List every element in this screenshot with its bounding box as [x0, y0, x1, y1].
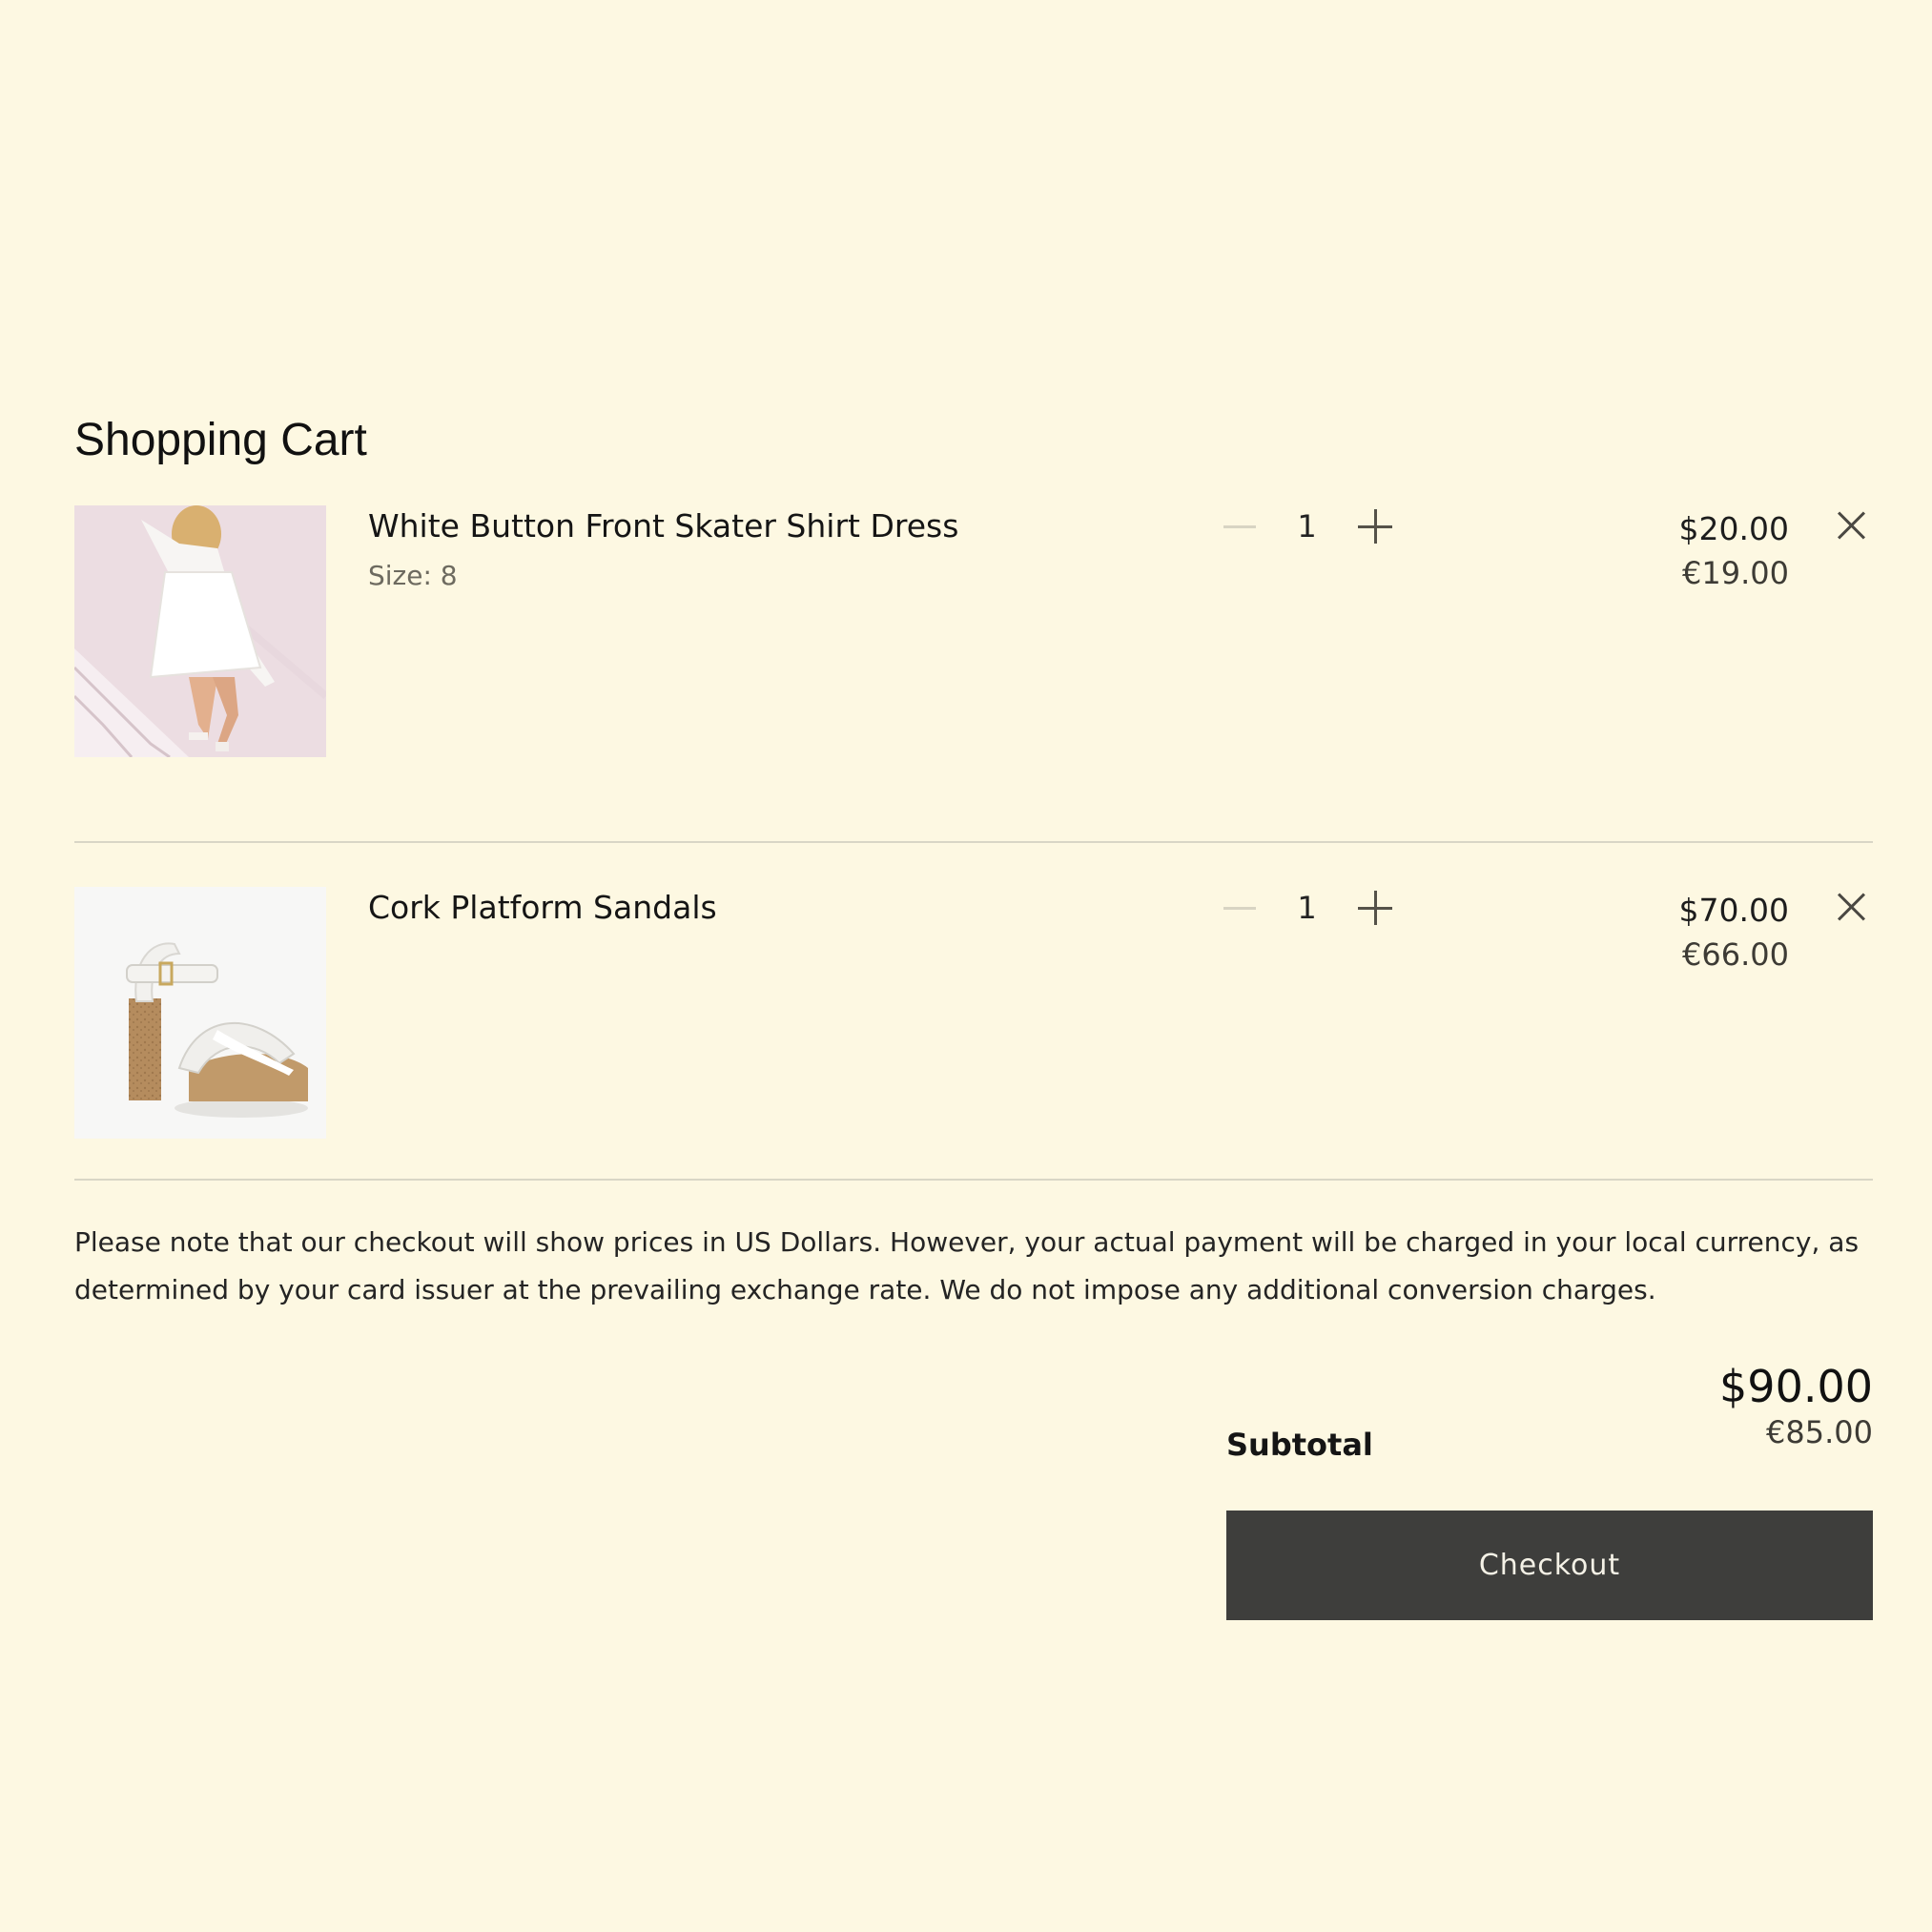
currency-note: Please note that our checkout will show … [74, 1226, 1860, 1305]
cart-summary: Subtotal $90.00 €85.00 Checkout [74, 1362, 1873, 1648]
product-image[interactable] [74, 505, 326, 757]
product-size: Size: 8 [368, 560, 458, 591]
subtotal-label: Subtotal [1226, 1427, 1373, 1463]
product-name[interactable]: White Button Front Skater Shirt Dress [368, 505, 958, 547]
price-eur: €66.00 [1682, 936, 1789, 973]
close-icon[interactable] [1835, 505, 1869, 547]
plus-icon[interactable] [1358, 505, 1392, 547]
cart-item: Cork Platform Sandals 1 $70.00 €66.00 [74, 843, 1873, 1181]
item-info: Cork Platform Sandals [368, 887, 717, 929]
item-price: $70.00 €66.00 [1679, 889, 1789, 976]
minus-icon[interactable] [1223, 505, 1256, 547]
cart-item: White Button Front Skater Shirt Dress Si… [74, 505, 1873, 843]
subtotal-eur: €85.00 [1766, 1414, 1873, 1450]
minus-icon[interactable] [1223, 887, 1256, 929]
item-price: $20.00 €19.00 [1679, 507, 1789, 595]
plus-icon[interactable] [1358, 887, 1392, 929]
cart-item-list: White Button Front Skater Shirt Dress Si… [74, 505, 1873, 1181]
page-title: Shopping Cart [74, 415, 367, 465]
product-name[interactable]: Cork Platform Sandals [368, 887, 717, 929]
quantity-stepper: 1 [1223, 887, 1414, 929]
shopping-cart: Shopping Cart White Button Front Skater … [74, 410, 1873, 1648]
price-usd: $70.00 [1678, 892, 1789, 929]
quantity-value: 1 [1297, 508, 1317, 545]
item-info: White Button Front Skater Shirt Dress Si… [368, 505, 958, 593]
checkout-button[interactable]: Checkout [1226, 1511, 1873, 1620]
close-icon[interactable] [1835, 887, 1869, 929]
price-eur: €19.00 [1682, 555, 1789, 591]
price-usd: $20.00 [1678, 510, 1789, 547]
quantity-stepper: 1 [1223, 505, 1414, 547]
product-image[interactable] [74, 887, 326, 1139]
subtotal-usd: $90.00 [1719, 1361, 1873, 1412]
quantity-value: 1 [1297, 890, 1317, 926]
